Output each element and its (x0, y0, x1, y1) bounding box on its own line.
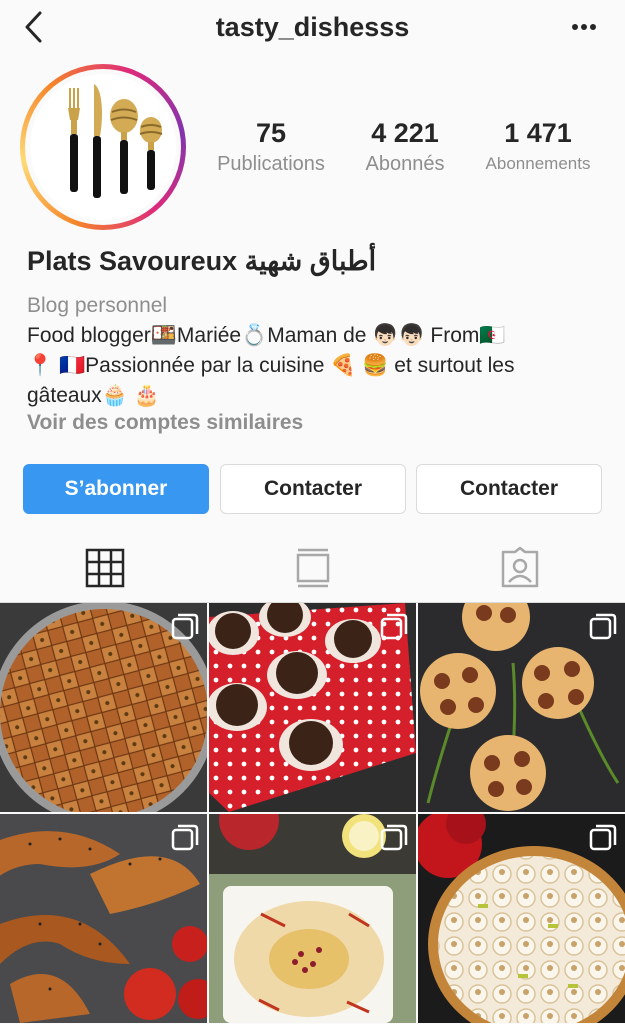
tab-tagged[interactable] (498, 546, 542, 590)
tab-feed[interactable] (291, 546, 335, 590)
contact-button[interactable]: Contacter (416, 464, 602, 514)
contact-button[interactable]: Contacter (220, 464, 406, 514)
following-count-label: Abonnements (485, 154, 591, 173)
bio-line: Food blogger🍱Mariée💍Maman de 👦🏻👦🏻 From🇩🇿 (27, 324, 506, 347)
post-thumbnail[interactable] (418, 814, 625, 1023)
bio-line: 📍 🇫🇷Passionnée par la cuisine 🍕 🍔 et sur… (27, 354, 515, 377)
profile-username: tasty_dishesss (215, 12, 410, 42)
multiple-posts-icon (589, 613, 617, 640)
post-thumbnail[interactable] (209, 814, 416, 1023)
cutlery-logo-icon (68, 84, 163, 198)
multiple-posts-icon (589, 824, 617, 851)
avatar (30, 74, 176, 220)
profile-category: Blog personnel (27, 294, 168, 317)
multiple-posts-icon (380, 824, 408, 851)
tagged-icon (501, 546, 539, 588)
feed-icon (296, 548, 330, 588)
tab-grid[interactable] (83, 546, 127, 590)
followers-count-label: Abonnés (365, 153, 445, 175)
post-thumbnail[interactable] (0, 814, 207, 1023)
more-options-button[interactable] (569, 14, 599, 40)
multiple-posts-icon (380, 613, 408, 640)
following-count[interactable]: 1 471 Abonnements (474, 117, 602, 178)
post-thumbnail[interactable] (418, 603, 625, 812)
profile-bio: Food blogger🍱Mariée💍Maman de 👦🏻👦🏻 From🇩🇿… (27, 321, 602, 411)
similar-accounts-link[interactable]: Voir des comptes similaires (27, 411, 303, 435)
multiple-posts-icon (171, 613, 199, 640)
profile-name: Plats Savoureux أطباق شهية (27, 246, 377, 276)
post-thumbnail[interactable] (209, 603, 416, 812)
following-count-value: 1 471 (504, 118, 572, 148)
grid-icon (85, 548, 125, 588)
posts-count-value: 75 (255, 118, 287, 148)
posts-count-label: Publications (217, 153, 325, 175)
posts-count: 75 Publications (206, 117, 336, 178)
followers-count[interactable]: 4 221 Abonnés (346, 117, 464, 178)
followers-count-value: 4 221 (371, 118, 439, 148)
multiple-posts-icon (171, 824, 199, 851)
follow-button[interactable]: S’abonner (23, 464, 209, 514)
top-bar: tasty_dishesss (0, 0, 625, 56)
bio-line: gâteaux🧁 🎂 (27, 384, 160, 407)
posts-grid (0, 603, 625, 1024)
post-thumbnail[interactable] (0, 603, 207, 812)
more-dots-icon (572, 24, 596, 30)
story-ring[interactable] (20, 64, 186, 230)
